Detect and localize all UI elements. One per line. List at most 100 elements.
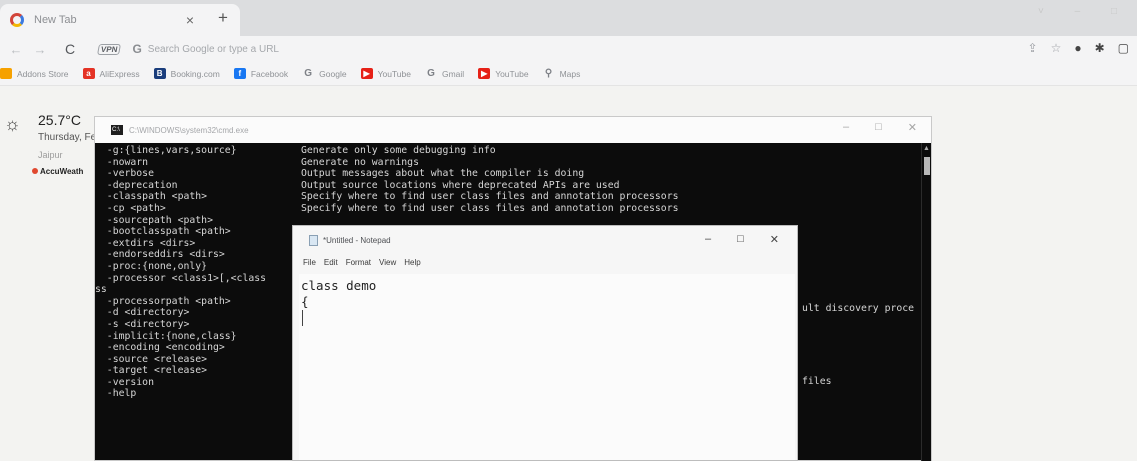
scroll-up-arrow-icon[interactable]: ▲ [923, 145, 930, 152]
bookmark-label: Addons Store [17, 68, 69, 79]
cmd-option-line: ss [95, 284, 107, 296]
star-icon[interactable]: ☆ [1051, 41, 1062, 55]
tab-new-tab[interactable]: New Tab × [0, 4, 240, 36]
cmd-description-line: Generate only some debugging info [301, 145, 496, 156]
google-search-icon: G [132, 42, 142, 56]
address-bar-input[interactable]: Search Google or type a URL [148, 44, 279, 55]
bookmark-maps[interactable]: ⚲ Maps [543, 68, 581, 79]
cmd-text-fragment: files [802, 376, 832, 387]
notepad-menu-bar: File Edit Format View Help [293, 254, 797, 270]
minimize-icon[interactable]: – [843, 121, 849, 134]
vpn-icon[interactable]: VPN [97, 43, 122, 55]
accuweather-icon [32, 168, 38, 174]
browser-window-controls[interactable]: ˅ – □ [1038, 6, 1131, 17]
weather-city: Jaipur [38, 150, 63, 160]
weather-date: Thursday, Fe [38, 132, 97, 143]
tab-close-icon[interactable]: × [186, 12, 194, 28]
bookmark-label: Gmail [441, 68, 465, 79]
new-tab-button[interactable]: + [218, 8, 228, 28]
close-icon[interactable]: ✕ [770, 233, 779, 246]
maximize-icon[interactable]: □ [737, 233, 744, 246]
maps-icon: ⚲ [544, 68, 553, 79]
facebook-icon: f [233, 68, 246, 79]
cmd-option-line: -target <release> [95, 365, 208, 377]
tab-title: New Tab [34, 14, 77, 26]
text-line: { [301, 294, 309, 309]
text-line: class demo [301, 278, 377, 293]
notepad-window[interactable]: *Untitled - Notepad – □ ✕ File Edit Format… [292, 225, 798, 461]
extensions-icon[interactable]: ✱ [1095, 41, 1105, 55]
bookmark-youtube[interactable]: ▶ YouTube [478, 68, 529, 79]
bookmark-gmail[interactable]: G Gmail [425, 68, 464, 79]
cmd-option-line: -s <directory> [95, 318, 190, 330]
menu-item-edit[interactable]: Edit [324, 258, 338, 267]
cmd-option-line: -extdirs <dirs> [95, 237, 196, 249]
bookmark-google[interactable]: G Google [302, 68, 346, 79]
bookmark-aliexpress[interactable]: a AliExpress [82, 68, 140, 79]
cmd-options-column: -g:{lines,vars,source} -nowarn -verbose … [95, 145, 266, 400]
cmd-option-line: -nowarn [95, 156, 149, 168]
cmd-option-line: -classpath <path> [95, 191, 208, 203]
accuweather-link[interactable]: AccuWeath [32, 167, 83, 176]
gmail-icon: G [427, 68, 435, 79]
minimize-icon[interactable]: – [705, 233, 711, 246]
bookmarks-bar: Addons Store a AliExpress B Booking.com f Face… [0, 62, 1137, 86]
menu-item-file[interactable]: File [303, 258, 316, 267]
aliexpress-icon: a [82, 68, 95, 79]
scrollbar-thumb[interactable] [924, 157, 930, 175]
cmd-window-controls: – □ ✕ [843, 121, 917, 134]
back-arrow-icon[interactable]: ← [8, 42, 24, 57]
opera-icon[interactable]: ● [1074, 41, 1081, 55]
maximize-icon[interactable]: □ [875, 121, 882, 134]
forward-arrow-icon[interactable]: → [32, 42, 48, 57]
notepad-titlebar[interactable]: *Untitled - Notepad – □ ✕ [293, 226, 797, 254]
cmd-option-line: -processorpath <path> [95, 295, 231, 307]
bookmark-booking[interactable]: B Booking.com [153, 68, 220, 79]
cmd-description-line: Output messages about what the compiler … [301, 168, 585, 180]
notepad-text-area[interactable]: class demo { [299, 274, 795, 460]
youtube-icon: ▶ [360, 68, 373, 79]
reload-icon[interactable]: C [62, 41, 78, 57]
menu-item-format[interactable]: Format [346, 258, 371, 267]
close-icon[interactable]: ✕ [908, 121, 917, 134]
cmd-option-line: -version [95, 376, 154, 388]
cmd-option-line: -implicit:{none,class} [95, 330, 237, 342]
notepad-window-controls: – □ ✕ [705, 233, 779, 246]
browser-tab-strip: New Tab × + ˅ – □ [0, 0, 1137, 36]
notepad-title: *Untitled - Notepad [323, 235, 391, 245]
cmd-option-line: -processor <class1>[,<class [95, 272, 267, 284]
cmd-option-line: -d <directory> [95, 307, 190, 319]
sidebar-icon[interactable]: ▢ [1118, 41, 1129, 55]
cmd-description-line: Generate no warnings [301, 156, 419, 168]
cmd-option-line: -g:{lines,vars,source} [95, 145, 237, 156]
text-caret [302, 310, 303, 326]
cmd-option-line: -deprecation [95, 179, 178, 191]
cmd-text-fragment: ult discovery proce [802, 303, 915, 314]
cmd-description-line: Output source locations where deprecated… [301, 179, 620, 191]
bookmark-youtube[interactable]: ▶ YouTube [360, 68, 411, 79]
addons-icon [0, 68, 12, 79]
share-icon[interactable]: ⇪ [1028, 41, 1038, 55]
cmd-title: C:\WINDOWS\system32\cmd.exe [129, 125, 249, 135]
cmd-option-line: -verbose [95, 168, 154, 180]
weather-sun-icon: ☼ [4, 114, 21, 134]
bookmark-label: Facebook [250, 68, 289, 79]
cmd-scrollbar[interactable]: ▲ [921, 143, 931, 461]
menu-item-help[interactable]: Help [404, 258, 420, 267]
menu-item-view[interactable]: View [379, 258, 396, 267]
youtube-icon: ▶ [478, 68, 491, 79]
toolbar-right-icons: ⇪ ☆ ● ✱ ▢ [1028, 41, 1129, 55]
bookmark-facebook[interactable]: f Facebook [233, 68, 289, 79]
google-icon: G [304, 68, 313, 79]
bookmark-label: Maps [559, 68, 581, 79]
cmd-option-line: -help [95, 388, 137, 400]
bookmark-label: YouTube [377, 68, 411, 79]
cmd-titlebar[interactable]: C:\ C:\WINDOWS\system32\cmd.exe – □ ✕ [95, 117, 931, 143]
opera-favicon-icon [10, 13, 24, 27]
cmd-option-line: -bootclasspath <path> [95, 226, 231, 238]
cmd-option-line: -source <release> [95, 353, 208, 365]
cmd-descriptions-column: Generate only some debugging info Generat… [301, 145, 679, 215]
bookmark-addons[interactable]: Addons Store [0, 68, 69, 79]
cmd-description-line: Specify where to find user class files a… [301, 202, 679, 214]
cmd-option-line: -proc:{none,only} [95, 260, 208, 272]
